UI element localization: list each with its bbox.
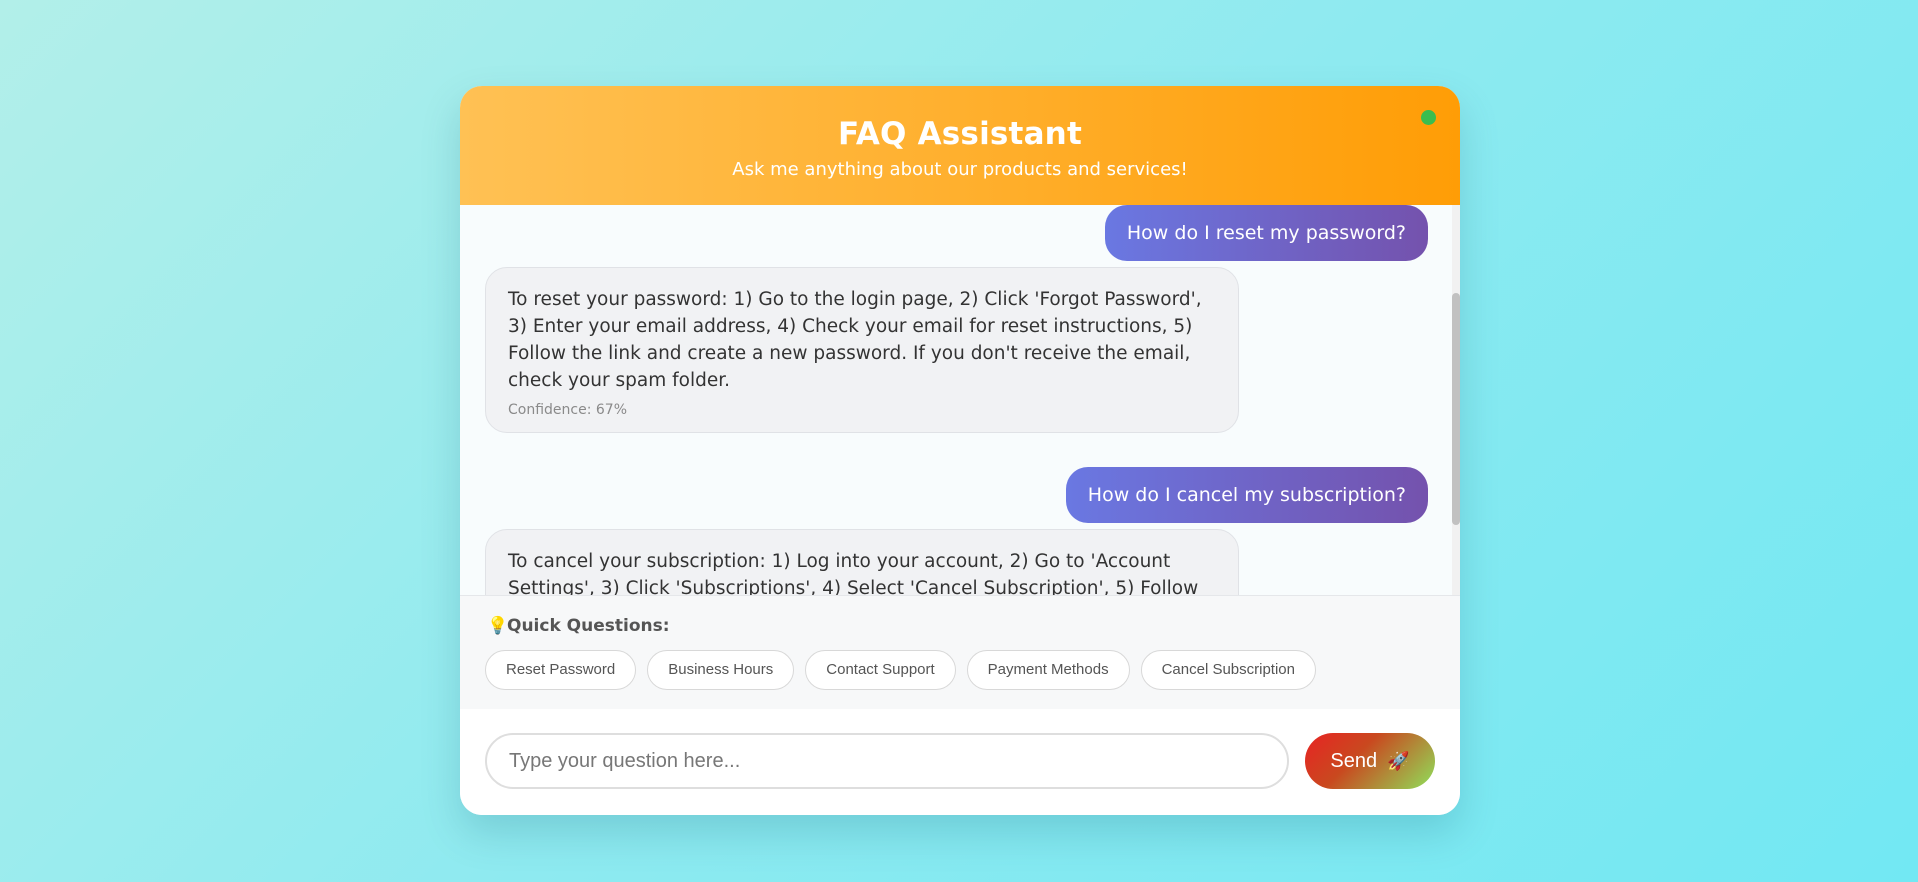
chat-title: FAQ Assistant [838, 116, 1082, 152]
quick-questions-title: 💡Quick Questions: [487, 616, 670, 636]
scrollbar-thumb[interactable] [1452, 293, 1460, 525]
bot-message-text: To reset your password: 1) Go to the log… [508, 289, 1202, 391]
quick-question-reset-password[interactable]: Reset Password [485, 650, 637, 690]
quick-question-list: Reset Password Business Hours Contact Su… [485, 650, 1316, 690]
question-input[interactable] [485, 733, 1289, 789]
confidence-label: Confidence: 67% [508, 402, 627, 418]
bot-message: To cancel your subscription: 1) Log into… [485, 529, 1239, 595]
chat-header: FAQ Assistant Ask me anything about our … [460, 86, 1460, 205]
lightbulb-icon: 💡 [487, 616, 509, 636]
send-button-label: Send [1330, 749, 1378, 772]
user-message: How do I cancel my subscription? [1065, 467, 1428, 523]
message-scrollbar[interactable] [1452, 205, 1460, 595]
quick-question-contact-support[interactable]: Contact Support [805, 650, 956, 690]
input-area: Send 🚀 [460, 709, 1460, 815]
message-list[interactable]: How do I reset my password? To reset you… [460, 205, 1460, 595]
user-message: How do I reset my password? [1104, 205, 1428, 261]
quick-questions-panel: 💡Quick Questions: Reset Password Busines… [460, 595, 1460, 711]
rocket-icon: 🚀 [1387, 751, 1410, 771]
quick-questions-label: Quick Questions: [507, 616, 670, 636]
bot-message: To reset your password: 1) Go to the log… [485, 267, 1239, 433]
send-button[interactable]: Send 🚀 [1305, 733, 1435, 789]
bot-message-text: To cancel your subscription: 1) Log into… [508, 551, 1199, 595]
quick-question-payment-methods[interactable]: Payment Methods [966, 650, 1130, 690]
quick-question-business-hours[interactable]: Business Hours [647, 650, 795, 690]
chat-window: FAQ Assistant Ask me anything about our … [460, 86, 1460, 815]
chat-subtitle: Ask me anything about our products and s… [732, 159, 1188, 180]
online-status-icon [1421, 110, 1436, 125]
quick-question-cancel-subscription[interactable]: Cancel Subscription [1140, 650, 1316, 690]
